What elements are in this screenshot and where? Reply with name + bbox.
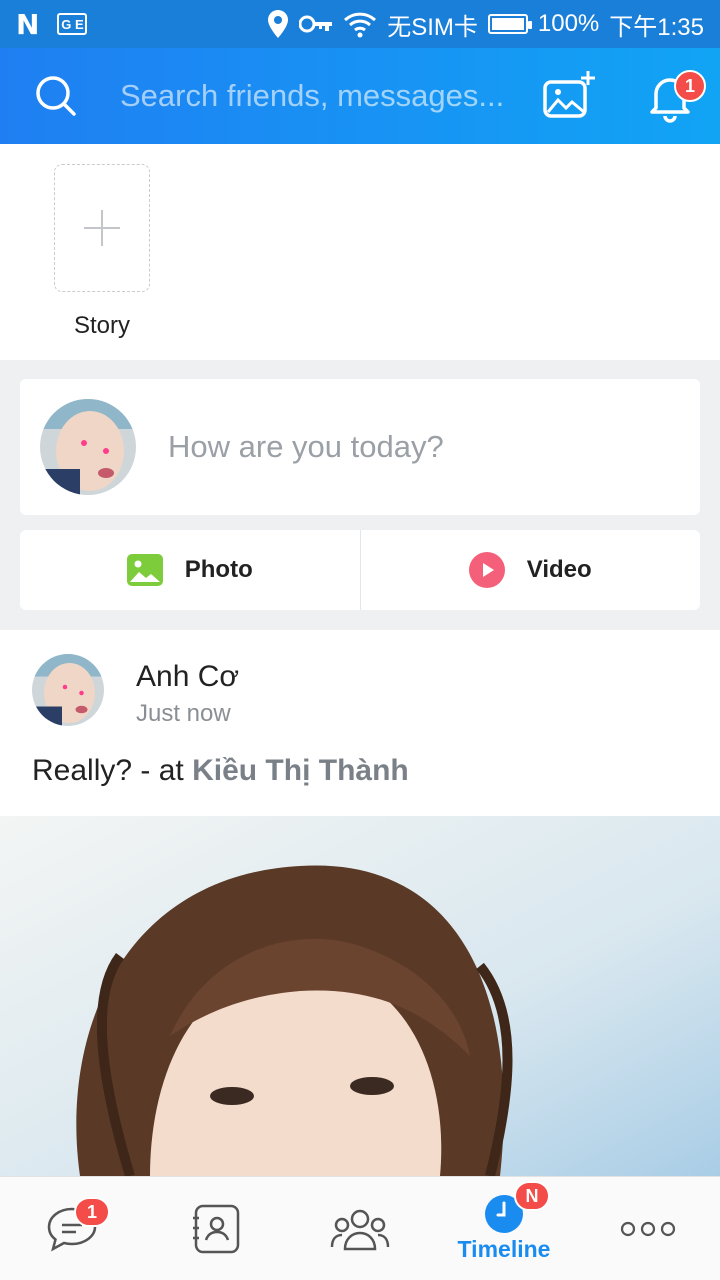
contacts-icon [193,1204,240,1253]
add-photo-icon[interactable] [542,68,598,124]
post-author-avatar[interactable] [32,654,104,726]
n-logo-icon: N [16,7,40,41]
photo-label: Photo [184,556,253,583]
media-actions: Photo Video [20,530,700,610]
tagged-location[interactable]: Kiều Thị Thành [192,754,409,787]
post-author-name[interactable]: Anh Cơ [136,660,239,694]
plus-icon [84,210,120,246]
video-icon [468,552,505,588]
post-composer[interactable]: How are you today? [20,379,700,515]
user-avatar [40,399,136,495]
photo-button[interactable]: Photo [20,530,360,610]
carrier-text: 无SIM卡 [387,13,478,41]
nav-contacts[interactable] [144,1177,288,1280]
clock: 下午1:35 [609,13,704,41]
search-input[interactable]: Search friends, messages... [120,78,510,114]
post-photo[interactable] [0,816,720,1176]
video-button[interactable]: Video [361,530,701,610]
top-bar: Search friends, messages... 1 [0,48,720,144]
photo-icon [126,554,163,586]
notification-badge: 1 [674,70,706,102]
timeline-badge: N [514,1181,550,1211]
author-avatar-image [32,654,104,726]
battery-percent: 100% [537,10,600,37]
search-icon[interactable] [32,72,80,120]
vpn-key-icon [299,15,333,33]
post-image [0,816,720,1176]
nav-groups[interactable] [288,1177,432,1280]
status-bar: N G E 无SIM卡 100% 下午1:35 [0,0,720,48]
more-icon [620,1221,676,1236]
groups-icon [330,1209,390,1250]
status-prompt: How are you today? [168,429,444,464]
battery-icon [487,14,532,34]
video-label: Video [526,556,592,583]
post-timestamp: Just now [136,700,231,727]
nav-messages[interactable]: 1 [0,1177,144,1280]
story-label: Story [73,312,130,339]
wifi-icon [344,12,377,38]
add-story-button[interactable] [54,164,150,292]
story-section: Story [0,144,720,360]
nav-more[interactable] [576,1177,720,1280]
location-icon [268,10,289,38]
nav-timeline[interactable]: Timeline N [432,1177,576,1280]
bottom-nav: 1 Timeline N [0,1176,720,1280]
battery-fill [491,18,524,30]
app-root: N G E 无SIM卡 100% 下午1:35 Search friends, … [0,0,720,1280]
notifications-button[interactable]: 1 [642,68,706,124]
post-text: Really? - at Kiều Thị Thành [32,754,409,788]
feed-post: Anh Cơ Just now Really? - at Kiều Thị Th… [0,630,720,816]
avatar-image [40,399,136,495]
timeline-label: Timeline [457,1236,551,1262]
ge-network-icon: G E [57,13,88,35]
post-body: Really? - at [32,754,193,787]
messages-badge: 1 [74,1197,110,1227]
